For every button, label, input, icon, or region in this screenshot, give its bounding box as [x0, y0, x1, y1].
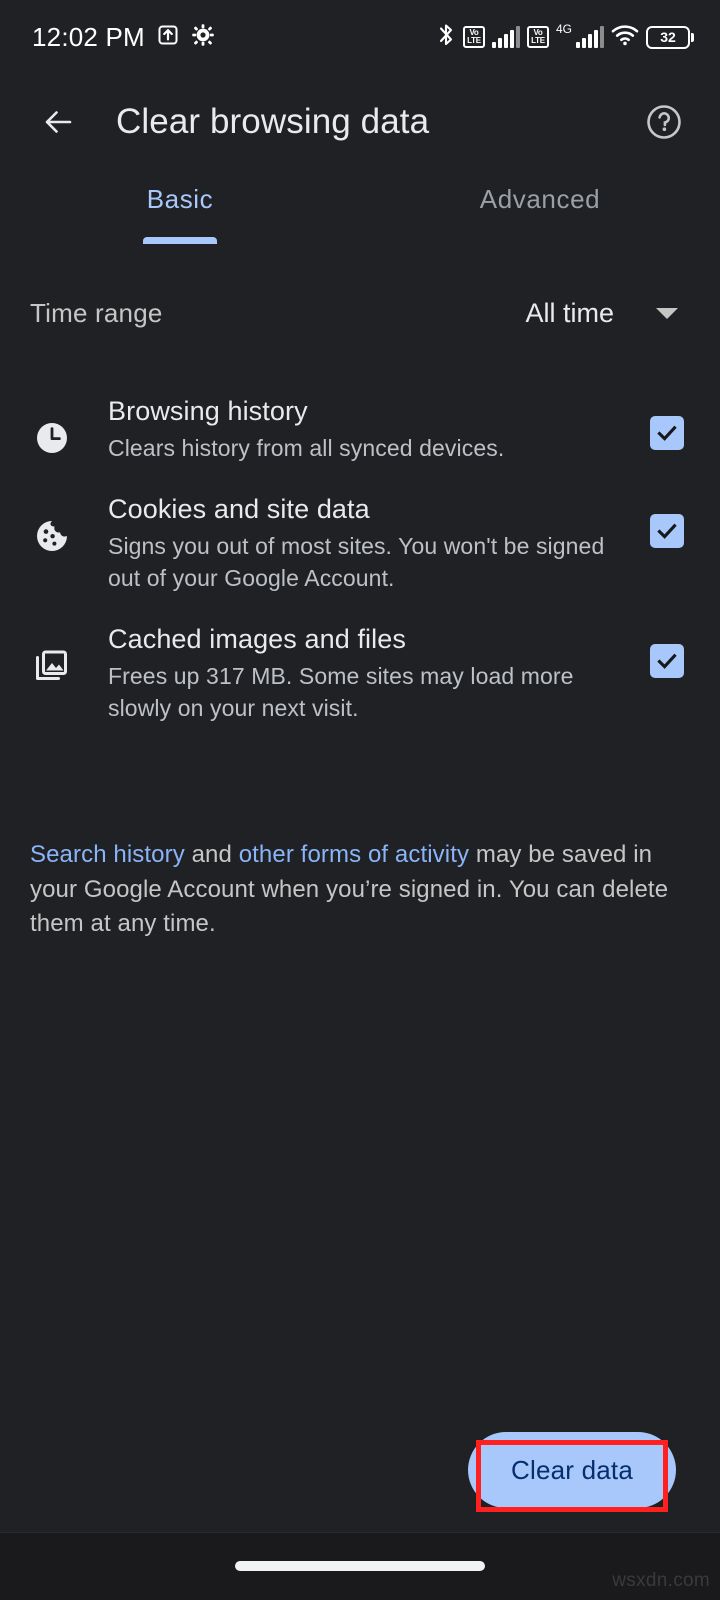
option-title: Cookies and site data: [108, 494, 370, 525]
chevron-down-icon[interactable]: [656, 307, 678, 319]
time-range-value: All time: [525, 297, 614, 328]
signal-bars-icon-2: [576, 26, 604, 48]
tab-basic-label: Basic: [146, 184, 214, 214]
help-button[interactable]: [636, 94, 692, 150]
option-browsing-history-text: Browsing history Clears history from all…: [76, 394, 640, 464]
option-title: Cached images and files: [108, 624, 406, 655]
check-icon: [657, 653, 677, 670]
cookie-icon: [28, 512, 76, 560]
check-icon: [657, 523, 677, 540]
status-bar-right: Vo LTE Vo LTE 4G 32: [436, 22, 694, 53]
time-range-label: Time range: [30, 297, 163, 328]
tab-advanced[interactable]: Advanced: [360, 170, 720, 260]
volte-bottom-text-2: LTE: [531, 36, 545, 45]
option-cached-images-files[interactable]: Cached images and files Frees up 317 MB.…: [0, 608, 720, 738]
options-list: Browsing history Clears history from all…: [0, 380, 720, 738]
account-data-note: Search history and other forms of activi…: [0, 838, 720, 942]
option-subtitle: Signs you out of most sites. You won't b…: [108, 532, 605, 591]
option-subtitle: Clears history from all synced devices.: [108, 434, 505, 461]
time-range-row[interactable]: Time range All time: [0, 278, 720, 348]
check-icon: [657, 425, 677, 441]
volte-bottom-text: LTE: [467, 36, 481, 45]
volte-icon: Vo LTE: [462, 26, 485, 48]
option-cookies-text: Cookies and site data Signs you out of m…: [76, 492, 640, 594]
back-button[interactable]: [30, 94, 86, 150]
option-title: Browsing history: [108, 396, 308, 426]
battery-icon: 32: [646, 25, 694, 49]
home-indicator[interactable]: [235, 1560, 485, 1571]
clear-data-button[interactable]: Clear data: [468, 1432, 676, 1508]
watermark: wsxdn.com: [612, 1570, 710, 1591]
volte-icon-2: Vo LTE: [526, 26, 549, 48]
tab-basic[interactable]: Basic: [0, 170, 360, 260]
image-stack-icon: [28, 642, 76, 690]
checkbox-cookies-site-data[interactable]: [640, 514, 694, 549]
upload-icon: [156, 23, 180, 52]
checkbox-cached-images-files[interactable]: [640, 644, 694, 679]
option-subtitle: Frees up 317 MB. Some sites may load mor…: [108, 662, 574, 721]
help-circle-icon: [647, 105, 681, 139]
status-bar-clock: 12:02 PM: [32, 21, 145, 52]
option-cookies-site-data[interactable]: Cookies and site data Signs you out of m…: [0, 478, 720, 608]
checkbox-browsing-history[interactable]: [640, 416, 694, 450]
option-cached-text: Cached images and files Frees up 317 MB.…: [76, 622, 640, 724]
network-type-label: 4G: [555, 21, 572, 36]
clock-icon: [28, 414, 76, 462]
tab-active-indicator: [143, 237, 217, 244]
tab-advanced-label: Advanced: [479, 184, 601, 214]
battery-level-text: 32: [660, 29, 676, 45]
option-browsing-history[interactable]: Browsing history Clears history from all…: [0, 380, 720, 478]
status-bar-left: 12:02 PM: [32, 22, 215, 53]
arrow-back-icon: [45, 111, 72, 133]
other-activity-link[interactable]: other forms of activity: [239, 841, 469, 868]
signal-bars-icon: [491, 26, 520, 48]
tab-bar: Basic Advanced: [0, 170, 720, 260]
gear-icon: [191, 23, 215, 52]
status-bar: 12:02 PM Vo LTE Vo LTE 4G 32: [0, 0, 720, 74]
search-history-link[interactable]: Search history: [30, 841, 185, 868]
page-title: Clear browsing data: [116, 102, 430, 141]
footnote-middle: and: [184, 841, 239, 868]
phone-screen: 12:02 PM Vo LTE Vo LTE 4G 32 Clear brows…: [0, 0, 720, 1600]
cta-area: Clear data: [0, 1432, 720, 1516]
wifi-icon: [611, 24, 639, 51]
bluetooth-icon: [436, 22, 456, 53]
app-bar: Clear browsing data: [0, 74, 720, 170]
